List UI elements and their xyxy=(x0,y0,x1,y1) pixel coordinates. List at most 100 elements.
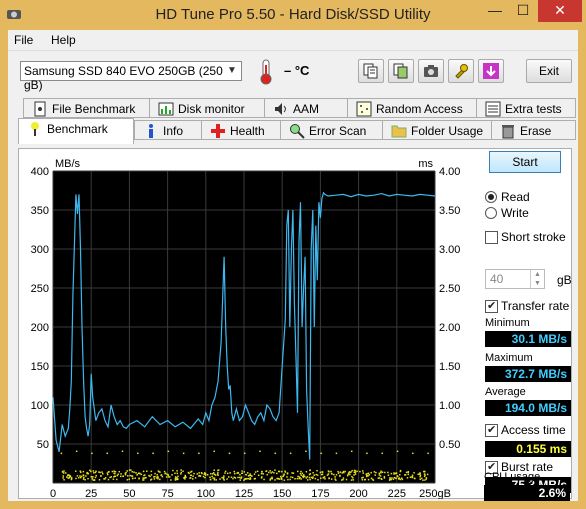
x-tick-label: 225 xyxy=(388,488,406,499)
access-time-point xyxy=(189,471,192,473)
camera-button[interactable] xyxy=(418,59,444,83)
access-time-label: Access time xyxy=(501,423,566,437)
access-time-point xyxy=(130,475,133,477)
access-time-point xyxy=(367,475,369,477)
access-time-point xyxy=(395,477,397,479)
access-time-point xyxy=(393,472,395,474)
access-time-point xyxy=(93,472,95,474)
read-radio[interactable] xyxy=(485,191,497,203)
access-time-checkbox[interactable] xyxy=(485,423,498,437)
access-time-point xyxy=(299,472,302,475)
tab-error-scan[interactable]: Error Scan xyxy=(280,120,383,140)
access-time-point xyxy=(320,473,323,476)
menu-help[interactable]: Help xyxy=(51,33,76,47)
access-time-point xyxy=(142,479,145,481)
short-stroke-checkbox[interactable] xyxy=(485,231,498,244)
menu-file[interactable]: File xyxy=(14,33,33,47)
access-time-point xyxy=(237,471,239,474)
maximize-button[interactable]: ☐ xyxy=(510,0,536,22)
access-time-point xyxy=(261,471,263,473)
folder-icon xyxy=(391,125,407,138)
minimize-button[interactable]: — xyxy=(482,0,508,22)
menu-bar: File Help xyxy=(8,30,578,50)
y-left-tick-label: 50 xyxy=(37,439,49,451)
access-time-point xyxy=(135,472,137,474)
access-time-point xyxy=(171,474,173,476)
access-time-point xyxy=(239,473,241,476)
access-time-point xyxy=(303,475,306,478)
client-area: File Help Samsung SSD 840 EVO 250GB (250… xyxy=(8,30,578,501)
access-time-point xyxy=(209,478,212,481)
access-time-point xyxy=(140,473,143,476)
y-left-tick-label: 350 xyxy=(31,205,49,217)
transfer-rate-checkbox[interactable] xyxy=(485,299,498,313)
access-time-point xyxy=(160,474,162,477)
access-time-point xyxy=(399,469,402,472)
access-time-point xyxy=(328,471,330,473)
access-time-point xyxy=(85,475,87,477)
access-time-point xyxy=(370,477,373,480)
access-time-point xyxy=(62,477,64,479)
access-time-point xyxy=(320,477,322,479)
access-time-point xyxy=(136,474,138,476)
access-time-point xyxy=(226,478,228,480)
access-time-point xyxy=(345,478,348,481)
access-time-point xyxy=(68,476,71,478)
start-button[interactable]: Start xyxy=(489,151,561,173)
access-time-point xyxy=(215,479,217,481)
save-button[interactable] xyxy=(478,59,504,83)
access-time-point xyxy=(202,475,205,478)
access-time-point xyxy=(106,473,109,476)
access-time-point xyxy=(351,475,353,478)
tab-random-access[interactable]: Random Access xyxy=(347,98,477,118)
access-time-point xyxy=(270,477,272,480)
write-label: Write xyxy=(501,206,529,220)
access-time-point xyxy=(291,472,293,474)
access-time-point xyxy=(254,471,257,473)
short-stroke-input[interactable]: 40 ▲ ▼ xyxy=(485,269,545,289)
access-time-point xyxy=(299,477,301,479)
access-time-point xyxy=(375,471,377,474)
minimum-value: 30.1 MB/s xyxy=(485,331,571,347)
drive-select[interactable]: Samsung SSD 840 EVO 250GB (250 gB) ▼ xyxy=(20,61,242,92)
tab-extra-tests[interactable]: Extra tests xyxy=(476,98,576,118)
copy-text-button[interactable] xyxy=(358,59,384,83)
access-time-point xyxy=(381,471,384,473)
access-time-point xyxy=(265,470,268,472)
access-time-point xyxy=(273,472,275,474)
title-bar[interactable]: HD Tune Pro 5.50 - Hard Disk/SSD Utility… xyxy=(0,0,586,30)
tab-health[interactable]: Health xyxy=(201,120,281,140)
access-time-point xyxy=(84,479,86,481)
access-time-point xyxy=(290,476,292,478)
access-time-point xyxy=(180,473,182,475)
access-time-point xyxy=(383,477,386,479)
tab-benchmark[interactable]: Benchmark xyxy=(18,118,134,144)
write-radio[interactable] xyxy=(485,207,497,219)
access-time-outlier xyxy=(167,450,170,453)
close-button[interactable]: ✕ xyxy=(538,0,582,22)
access-time-point xyxy=(161,475,164,478)
access-time-point xyxy=(397,478,400,480)
tab-folder-usage[interactable]: Folder Usage xyxy=(382,120,492,140)
access-time-point xyxy=(174,472,176,475)
access-time-point xyxy=(153,476,155,478)
exit-button[interactable]: Exit xyxy=(526,59,572,83)
access-time-point xyxy=(239,479,241,481)
tab-info[interactable]: Info xyxy=(134,120,202,140)
access-time-point xyxy=(189,477,191,479)
tab-erase[interactable]: Erase xyxy=(491,120,576,140)
copy-screenshot-button[interactable] xyxy=(388,59,414,83)
spinner-arrows-icon[interactable]: ▲ ▼ xyxy=(530,270,544,288)
access-time-point xyxy=(388,479,391,481)
tab-disk-monitor[interactable]: Disk monitor xyxy=(149,98,265,118)
access-time-point xyxy=(281,470,283,473)
tab-file-benchmark[interactable]: File Benchmark xyxy=(23,98,150,118)
access-time-point xyxy=(157,476,159,478)
access-time-outlier xyxy=(121,450,124,453)
tab-aam[interactable]: AAM xyxy=(264,98,348,118)
access-time-point xyxy=(339,471,342,473)
access-time-point xyxy=(212,473,214,475)
access-time-point xyxy=(217,474,219,477)
x-tick-label: 125 xyxy=(235,488,253,499)
options-button[interactable] xyxy=(448,59,474,83)
